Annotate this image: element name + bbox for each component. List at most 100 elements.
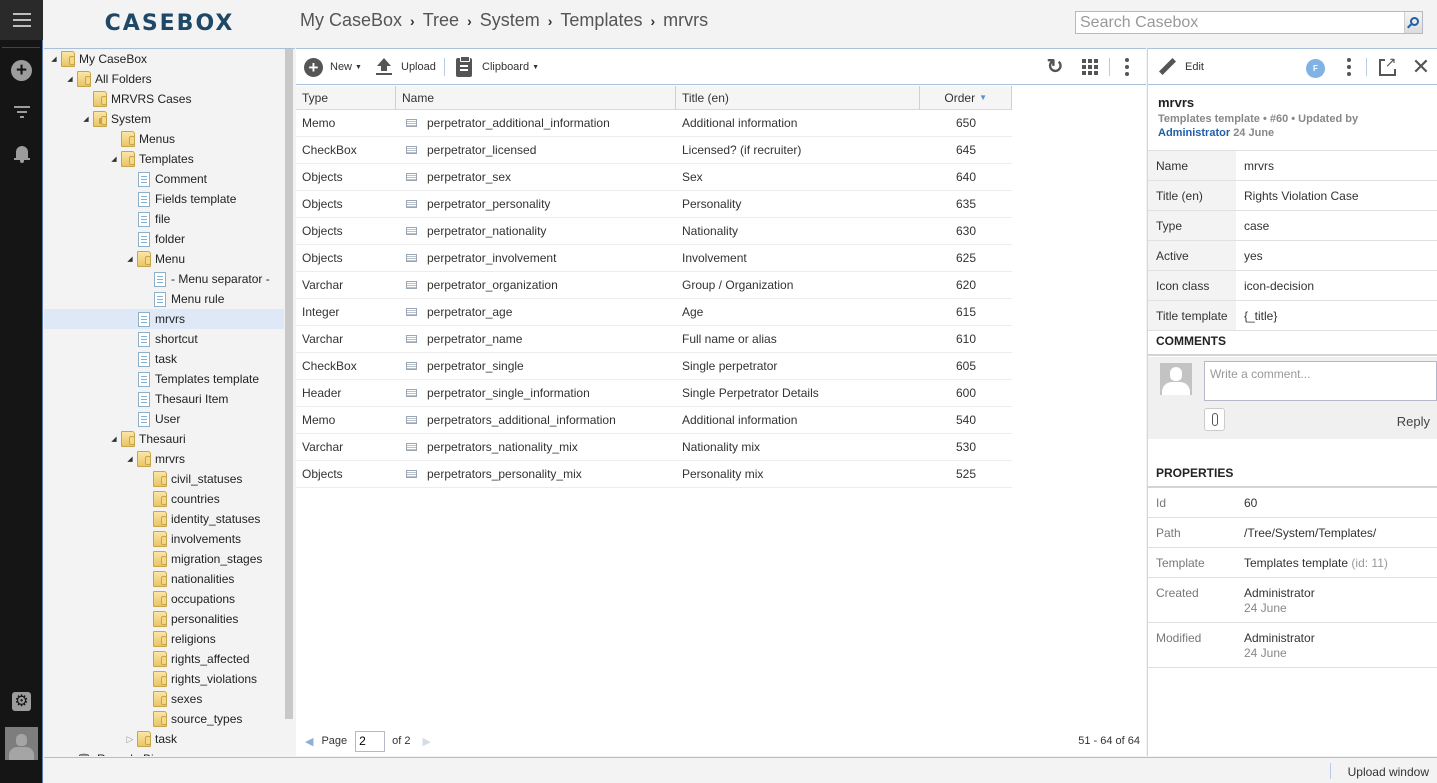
tree-node-label: System bbox=[111, 112, 152, 126]
table-row[interactable]: Varchar perpetrator_name Full name or alia… bbox=[296, 326, 1012, 353]
reply-button[interactable]: Reply bbox=[1397, 414, 1430, 429]
table-row[interactable]: Objects perpetrator_involvement Involvemen… bbox=[296, 245, 1012, 272]
user-avatar-button[interactable] bbox=[0, 727, 43, 760]
tree-node[interactable]: Menu rule bbox=[141, 289, 224, 309]
search-button[interactable] bbox=[1404, 12, 1422, 33]
tree-node[interactable]: ◢ System bbox=[81, 109, 151, 129]
previous-page-button[interactable]: ◀ bbox=[305, 735, 313, 748]
tree-node[interactable]: task bbox=[125, 349, 177, 369]
tree-node[interactable]: Thesauri Item bbox=[125, 389, 228, 409]
table-row[interactable]: Varchar perpetrators_nationality_mix Natio… bbox=[296, 434, 1012, 461]
filter-button[interactable] bbox=[0, 106, 43, 118]
table-row[interactable]: Varchar perpetrator_organization Group / O… bbox=[296, 272, 1012, 299]
new-button[interactable]: + New ▼ bbox=[304, 57, 362, 77]
tree-node[interactable]: Menus bbox=[109, 129, 175, 149]
table-row[interactable]: Memo perpetrators_additional_information A… bbox=[296, 407, 1012, 434]
tree-node[interactable]: file bbox=[125, 209, 170, 229]
table-row[interactable]: Objects perpetrator_sex Sex 640 bbox=[296, 164, 1012, 191]
column-header-title[interactable]: Title (en) bbox=[676, 86, 920, 109]
tree-node[interactable]: migration_stages bbox=[141, 549, 262, 569]
tree-node[interactable]: shortcut bbox=[125, 329, 198, 349]
clipboard-button[interactable]: Clipboard ▼ bbox=[456, 55, 539, 77]
attach-file-button[interactable] bbox=[1204, 408, 1225, 431]
tree-node[interactable]: ◢ Thesauri bbox=[109, 429, 186, 449]
tree-node[interactable]: religions bbox=[141, 629, 216, 649]
tree-node[interactable]: mrvrs bbox=[44, 309, 284, 329]
tree-node[interactable]: ◢ Templates bbox=[109, 149, 194, 169]
tree-node[interactable]: ▷ task bbox=[125, 729, 177, 749]
tree-node[interactable]: nationalities bbox=[141, 569, 234, 589]
table-row[interactable]: CheckBox perpetrator_single Single perpetr… bbox=[296, 353, 1012, 380]
tree-node[interactable]: ◢ All Folders bbox=[65, 69, 152, 89]
tree-node[interactable]: countries bbox=[141, 489, 220, 509]
tree-node[interactable]: civil_statuses bbox=[141, 469, 242, 489]
upload-button[interactable]: Upload bbox=[376, 57, 436, 77]
comment-input[interactable] bbox=[1204, 361, 1437, 401]
search-input[interactable] bbox=[1076, 12, 1404, 33]
expanded-arrow-icon[interactable]: ◢ bbox=[49, 55, 59, 63]
tree-node[interactable]: occupations bbox=[141, 589, 235, 609]
tree-node[interactable]: sexes bbox=[141, 689, 202, 709]
expanded-arrow-icon[interactable]: ◢ bbox=[125, 455, 135, 463]
edit-button[interactable]: Edit bbox=[1158, 57, 1204, 77]
settings-button[interactable]: ⚙ bbox=[0, 692, 43, 711]
table-row[interactable]: Objects perpetrator_personality Personalit… bbox=[296, 191, 1012, 218]
template-name[interactable]: Templates template bbox=[1244, 556, 1348, 570]
create-button[interactable]: + bbox=[0, 60, 43, 81]
expanded-arrow-icon[interactable]: ◢ bbox=[109, 435, 119, 443]
refresh-button[interactable]: ↻ bbox=[1045, 57, 1065, 77]
tree-node[interactable]: Templates template bbox=[125, 369, 259, 389]
tree-node[interactable]: involvements bbox=[141, 529, 241, 549]
user-badge[interactable]: F bbox=[1306, 59, 1325, 78]
collapsed-arrow-icon[interactable]: ▷ bbox=[125, 734, 135, 745]
tree-node[interactable]: identity_statuses bbox=[141, 509, 260, 529]
tree-node[interactable]: ◢ mrvrs bbox=[125, 449, 185, 469]
table-row[interactable]: Integer perpetrator_age Age 615 bbox=[296, 299, 1012, 326]
notifications-button[interactable] bbox=[0, 145, 43, 163]
table-row[interactable]: CheckBox perpetrator_licensed Licensed? (i… bbox=[296, 137, 1012, 164]
breadcrumb-item[interactable]: Templates bbox=[560, 10, 642, 31]
table-row[interactable]: Objects perpetrators_personality_mix Perso… bbox=[296, 461, 1012, 488]
expanded-arrow-icon[interactable]: ◢ bbox=[125, 255, 135, 263]
breadcrumb-item[interactable]: Tree bbox=[423, 10, 459, 31]
tree-node[interactable]: folder bbox=[125, 229, 185, 249]
tree-node[interactable]: ▷🗑 Recycle Bin bbox=[65, 749, 161, 757]
open-external-button[interactable] bbox=[1377, 54, 1397, 77]
column-header-name[interactable]: Name bbox=[396, 86, 676, 109]
main-menu-button[interactable] bbox=[0, 0, 43, 40]
tree-node[interactable]: MRVRS Cases bbox=[81, 89, 191, 109]
breadcrumb-item-current[interactable]: mrvrs bbox=[663, 10, 708, 31]
expanded-arrow-icon[interactable]: ◢ bbox=[65, 75, 75, 83]
details-more-button[interactable] bbox=[1339, 57, 1359, 77]
column-header-order[interactable]: Order ▼ bbox=[920, 86, 1012, 109]
upload-window-button[interactable]: Upload window bbox=[1348, 765, 1429, 779]
breadcrumb-item[interactable]: System bbox=[480, 10, 540, 31]
tree-node[interactable]: rights_affected bbox=[141, 649, 250, 669]
tree-node[interactable]: ◢ My CaseBox bbox=[49, 49, 147, 69]
expanded-arrow-icon[interactable]: ◢ bbox=[81, 115, 91, 123]
tree-node[interactable]: ◢ Menu bbox=[125, 249, 185, 269]
page-number-input[interactable] bbox=[355, 730, 386, 752]
next-page-button[interactable]: ▶ bbox=[423, 735, 431, 748]
tree-scrollbar[interactable] bbox=[285, 49, 293, 719]
column-header-type[interactable]: Type bbox=[296, 86, 396, 109]
view-mode-button[interactable] bbox=[1080, 57, 1100, 77]
expanded-arrow-icon[interactable]: ◢ bbox=[109, 155, 119, 163]
collapsed-arrow-icon[interactable]: ▷ bbox=[65, 754, 75, 757]
tree-node[interactable]: Comment bbox=[125, 169, 207, 189]
tree-node[interactable]: - Menu separator - bbox=[141, 269, 270, 289]
table-row[interactable]: Memo perpetrator_additional_information Ad… bbox=[296, 110, 1012, 137]
tree-node[interactable]: source_types bbox=[141, 709, 242, 729]
more-options-button[interactable] bbox=[1117, 57, 1137, 77]
tree-node[interactable]: Fields template bbox=[125, 189, 236, 209]
table-row[interactable]: Objects perpetrator_nationality Nationalit… bbox=[296, 218, 1012, 245]
tree-node[interactable]: User bbox=[125, 409, 180, 429]
table-row[interactable]: Header perpetrator_single_information Sing… bbox=[296, 380, 1012, 407]
updated-by-link[interactable]: Administrator bbox=[1158, 127, 1230, 139]
breadcrumb-item[interactable]: My CaseBox bbox=[300, 10, 402, 31]
tree-node[interactable]: personalities bbox=[141, 609, 238, 629]
tree-node[interactable]: rights_violations bbox=[141, 669, 257, 689]
property-value[interactable]: /Tree/System/Templates/ bbox=[1236, 518, 1437, 547]
app-logo[interactable]: CASEBOX bbox=[44, 0, 295, 47]
close-panel-button[interactable]: ✕ bbox=[1411, 56, 1431, 78]
